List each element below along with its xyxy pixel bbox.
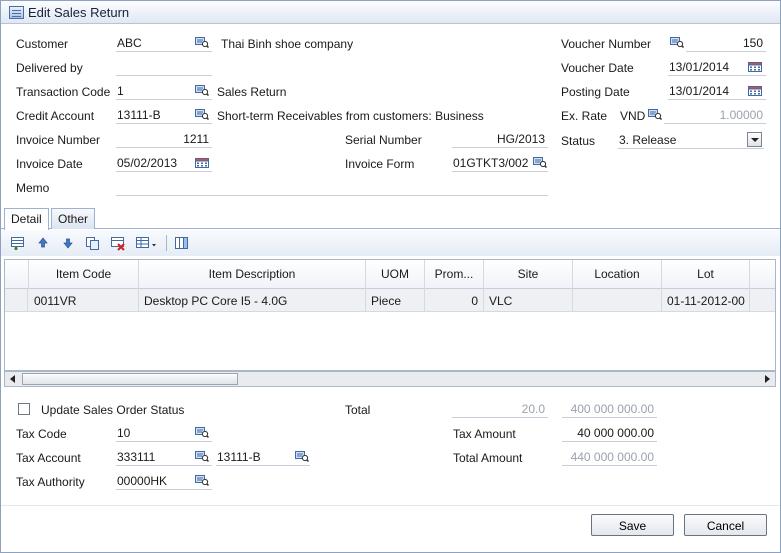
update-so-status-label: Update Sales Order Status [41, 403, 185, 417]
window-title: Edit Sales Return [28, 5, 130, 20]
lookup-icon[interactable] [195, 475, 209, 486]
transaction-name: Sales Return [217, 85, 287, 99]
col-location[interactable]: Location [573, 260, 662, 289]
tax-authority-label: Tax Authority [16, 475, 85, 489]
lookup-icon[interactable] [533, 157, 547, 168]
cancel-button[interactable]: Cancel [684, 514, 767, 536]
col-lot[interactable]: Lot [662, 260, 750, 289]
cell-location[interactable] [573, 289, 662, 312]
row-selector[interactable] [5, 289, 28, 312]
delivered-by-field[interactable] [116, 58, 212, 76]
toolbar-separator [166, 235, 167, 251]
col-more[interactable] [750, 260, 775, 289]
ex-rate-field: 1.00000 [664, 106, 766, 124]
col-uom[interactable]: UOM [366, 260, 425, 289]
move-up-icon[interactable] [35, 235, 51, 251]
table-row[interactable]: 0011VR Desktop PC Core I5 - 4.0G Piece 0… [5, 289, 775, 312]
posting-date-label: Posting Date [561, 85, 630, 99]
scroll-right-icon[interactable] [760, 372, 774, 386]
col-prom[interactable]: Prom... [425, 260, 484, 289]
voucher-date-label: Voucher Date [561, 61, 634, 75]
form-icon [9, 6, 24, 19]
transaction-code-label: Transaction Code [16, 85, 111, 99]
cell-lot[interactable]: 01-11-2012-00 [662, 289, 750, 312]
chevron-down-icon[interactable] [747, 132, 762, 147]
row-selector-header [5, 260, 29, 289]
lookup-icon[interactable] [648, 109, 662, 120]
col-item-description[interactable]: Item Description [139, 260, 366, 289]
invoice-number-label: Invoice Number [16, 133, 101, 147]
cell-item-code[interactable]: 0011VR [29, 289, 139, 312]
export-dropdown-icon[interactable] [135, 235, 159, 251]
lookup-icon[interactable] [195, 427, 209, 438]
col-item-code[interactable]: Item Code [29, 260, 139, 289]
column-chooser-icon[interactable] [174, 235, 190, 251]
tax-account-label: Tax Account [16, 451, 81, 465]
footer-divider [0, 505, 781, 506]
calendar-icon[interactable] [748, 86, 762, 96]
serial-number-field[interactable]: HG/2013 [452, 130, 548, 148]
update-so-status-checkbox[interactable] [18, 403, 30, 415]
grid-header: Item Code Item Description UOM Prom... S… [5, 260, 775, 289]
cell-item-description[interactable]: Desktop PC Core I5 - 4.0G [139, 289, 366, 312]
delete-row-icon[interactable] [110, 235, 126, 251]
tab-other[interactable]: Other [51, 208, 96, 229]
voucher-number-label: Voucher Number [561, 37, 652, 51]
scrollbar-thumb[interactable] [22, 373, 238, 385]
currency-code[interactable]: VND [620, 109, 645, 123]
scroll-left-icon[interactable] [6, 372, 20, 386]
lookup-icon[interactable] [195, 85, 209, 96]
calendar-icon[interactable] [195, 158, 209, 168]
customer-label: Customer [16, 37, 69, 51]
lookup-icon[interactable] [195, 37, 209, 48]
lookup-icon[interactable] [195, 109, 209, 120]
invoice-date-label: Invoice Date [16, 157, 83, 171]
lookup-icon[interactable] [295, 451, 309, 462]
col-site[interactable]: Site [484, 260, 573, 289]
total-amount-before-tax-field: 400 000 000.00 [562, 400, 657, 418]
tax-code-label: Tax Code [16, 427, 67, 441]
copy-row-icon[interactable] [85, 235, 101, 251]
voucher-number-field[interactable]: 150 [686, 34, 766, 52]
lookup-icon[interactable] [195, 451, 209, 462]
horizontal-scrollbar[interactable] [4, 371, 776, 387]
insert-row-icon[interactable] [10, 235, 26, 251]
total-label: Total [345, 403, 371, 417]
delivered-by-label: Delivered by [16, 61, 83, 75]
total-amount-label: Total Amount [453, 451, 523, 465]
invoice-number-field[interactable]: 1211 [116, 130, 212, 148]
invoice-form-label: Invoice Form [345, 157, 415, 171]
status-select[interactable]: 3. Release [618, 131, 764, 149]
cell-site[interactable]: VLC [484, 289, 573, 312]
customer-name: Thai Binh shoe company [221, 37, 354, 51]
tax-amount-field[interactable]: 40 000 000.00 [562, 424, 657, 442]
lookup-icon[interactable] [670, 37, 684, 48]
total-qty-field: 20.0 [452, 400, 548, 418]
credit-account-name: Short-term Receivables from customers: B… [217, 109, 484, 123]
move-down-icon[interactable] [60, 235, 76, 251]
memo-field[interactable] [116, 178, 548, 196]
detail-grid: Item Code Item Description UOM Prom... S… [4, 259, 776, 371]
tab-strip [0, 207, 781, 229]
window-titlebar: Edit Sales Return [0, 0, 781, 24]
serial-number-label: Serial Number [345, 133, 422, 147]
cell-uom[interactable]: Piece [366, 289, 425, 312]
credit-account-label: Credit Account [16, 109, 95, 123]
tax-amount-label: Tax Amount [453, 427, 516, 441]
total-amount-field: 440 000 000.00 [562, 448, 657, 466]
cell-prom[interactable]: 0 [425, 289, 484, 312]
calendar-icon[interactable] [748, 62, 762, 72]
memo-label: Memo [16, 181, 50, 195]
save-button[interactable]: Save [591, 514, 674, 536]
tab-detail[interactable]: Detail [4, 208, 49, 230]
status-label: Status [561, 134, 596, 148]
ex-rate-label: Ex. Rate [561, 109, 608, 123]
grid-toolbar [0, 230, 781, 256]
